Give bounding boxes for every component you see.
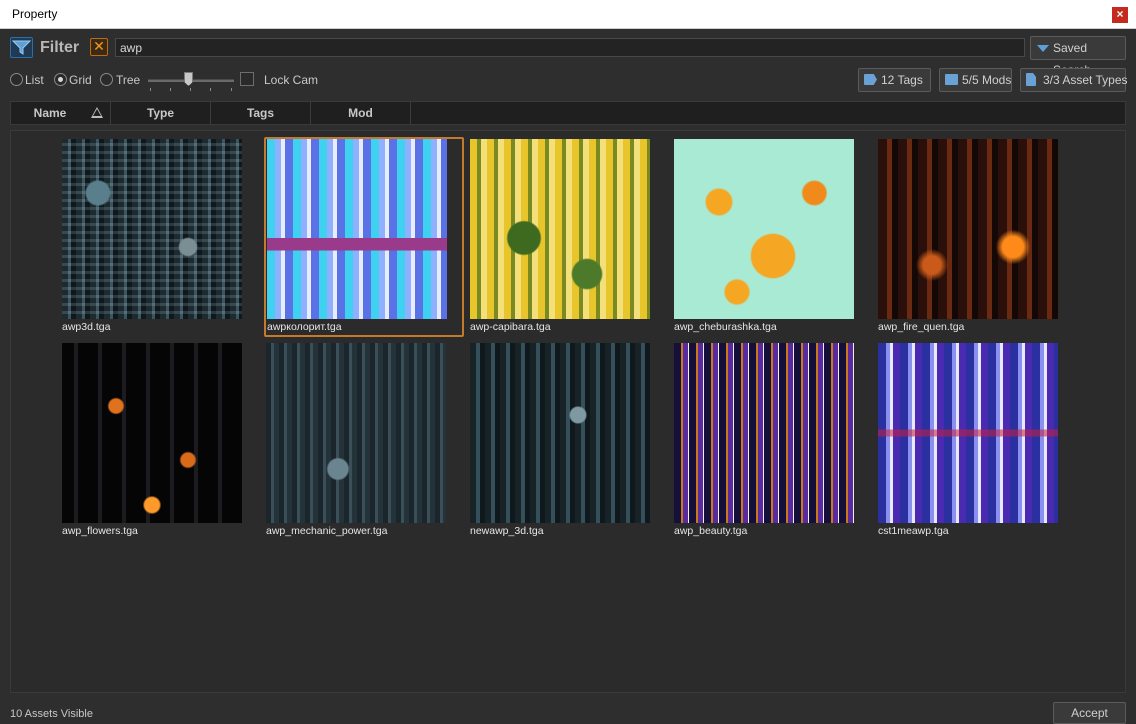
asset-thumbnail xyxy=(470,343,650,523)
asset-name: awpколорит.tga xyxy=(267,321,342,333)
slider-tick xyxy=(150,88,151,91)
clear-filter-button[interactable]: ✕ xyxy=(90,38,108,56)
grid-view-label: Grid xyxy=(69,73,92,87)
filter-row: Filter ✕ Saved Search xyxy=(0,34,1136,77)
asset-tile[interactable]: cst1meawp.tga xyxy=(878,343,1078,543)
mods-button[interactable]: 5/5 Mods xyxy=(939,68,1012,92)
asset-tile[interactable]: awp_flowers.tga xyxy=(62,343,262,543)
asset-thumbnail xyxy=(62,139,242,319)
lock-cam-label: Lock Cam xyxy=(264,73,319,87)
asset-thumbnail xyxy=(62,343,242,523)
asset-types-button[interactable]: 3/3 Asset Types xyxy=(1020,68,1128,92)
asset-name: awp3d.tga xyxy=(62,321,111,333)
view-options-row: List Grid Tree Lock Cam 12 Tags 5/5 Mods… xyxy=(0,66,1136,94)
column-name[interactable]: Name xyxy=(11,102,111,124)
filter-icon[interactable] xyxy=(10,37,33,58)
asset-name: awp_fire_quen.tga xyxy=(878,321,965,333)
lock-cam-checkbox[interactable] xyxy=(240,72,254,86)
asset-name: awp_cheburashka.tga xyxy=(674,321,777,333)
asset-tile[interactable]: awp_mechanic_power.tga xyxy=(266,343,466,543)
tag-icon xyxy=(864,74,877,85)
slider-handle[interactable] xyxy=(184,72,193,86)
asset-grid: awp3d.tga awpколорит.tga awp-capibara.tg… xyxy=(10,130,1126,693)
tree-view-label: Tree xyxy=(116,73,141,87)
asset-name: awp_flowers.tga xyxy=(62,525,138,537)
list-view-radio[interactable] xyxy=(10,73,23,86)
title-bar: Property × xyxy=(0,0,1136,29)
tree-view-radio[interactable] xyxy=(100,73,113,86)
asset-tile[interactable]: awp_fire_quen.tga xyxy=(878,139,1078,339)
window-title: Property xyxy=(12,7,58,21)
column-tags[interactable]: Tags xyxy=(211,102,311,124)
column-header: Name Type Tags Mod xyxy=(10,101,1126,125)
asset-tile[interactable]: awp3d.tga xyxy=(62,139,262,339)
dropdown-arrow-icon xyxy=(1037,45,1049,52)
asset-types-button-label: 3/3 Asset Types xyxy=(1043,73,1128,87)
asset-thumbnail xyxy=(266,343,446,523)
asset-name: awp-capibara.tga xyxy=(470,321,551,333)
list-view-label: List xyxy=(25,73,44,87)
assets-visible-count: 10 Assets Visible xyxy=(10,708,93,720)
saved-search-button[interactable]: Saved Search xyxy=(1030,36,1126,77)
asset-thumbnail xyxy=(674,343,854,523)
asset-thumbnail xyxy=(267,139,447,319)
sort-ascending-icon xyxy=(91,107,103,118)
asset-tile[interactable]: awp_cheburashka.tga xyxy=(674,139,874,339)
tags-button[interactable]: 12 Tags xyxy=(858,68,931,92)
filter-input[interactable] xyxy=(115,38,1025,57)
thumbnail-size-slider[interactable] xyxy=(148,72,234,92)
asset-tile[interactable]: awp_beauty.tga xyxy=(674,343,874,543)
grid-view-radio[interactable] xyxy=(54,73,67,86)
asset-thumbnail xyxy=(674,139,854,319)
asset-thumbnail xyxy=(470,139,650,319)
asset-tile[interactable]: awp-capibara.tga xyxy=(470,139,670,339)
asset-tile[interactable]: newawp_3d.tga xyxy=(470,343,670,543)
column-type[interactable]: Type xyxy=(111,102,211,124)
asset-thumbnail xyxy=(878,139,1058,319)
slider-tick xyxy=(210,88,211,91)
document-icon xyxy=(1026,73,1036,86)
asset-name: awp_beauty.tga xyxy=(674,525,748,537)
slider-tick xyxy=(190,88,191,91)
asset-thumbnail xyxy=(878,343,1058,523)
slider-tick xyxy=(170,88,171,91)
tags-button-label: 12 Tags xyxy=(881,73,923,87)
mods-icon xyxy=(945,74,958,85)
close-button[interactable]: × xyxy=(1112,7,1128,23)
slider-tick xyxy=(231,88,232,91)
accept-button[interactable]: Accept xyxy=(1053,702,1126,724)
asset-name: newawp_3d.tga xyxy=(470,525,544,537)
mods-button-label: 5/5 Mods xyxy=(962,73,1012,87)
column-mod[interactable]: Mod xyxy=(311,102,411,124)
asset-tile-selected[interactable]: awpколорит.tga xyxy=(264,137,464,337)
column-name-label: Name xyxy=(33,106,67,120)
filter-label: Filter xyxy=(40,39,80,56)
asset-name: awp_mechanic_power.tga xyxy=(266,525,388,537)
asset-name: cst1meawp.tga xyxy=(878,525,949,537)
